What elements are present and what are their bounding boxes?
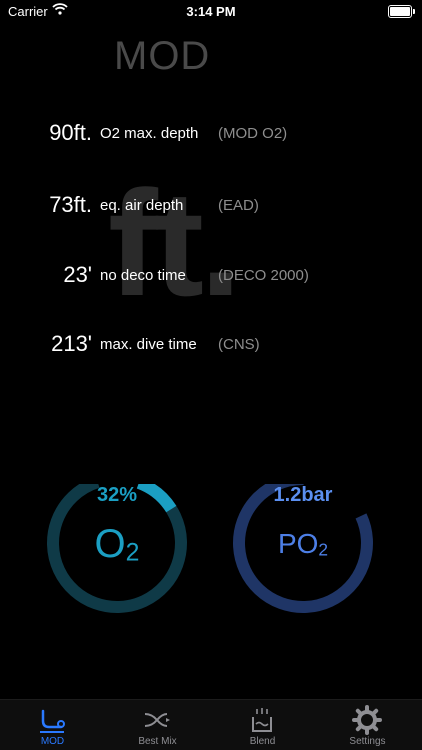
blend-icon [252, 708, 272, 732]
mix-icon [144, 713, 170, 727]
tab-settings-label: Settings [349, 736, 386, 747]
metric-row-cns: 213' max. dive time (CNS) [0, 331, 422, 365]
metric-abbr: (DECO 2000) [218, 267, 309, 284]
status-bar: Carrier 3:14 PM [0, 0, 422, 24]
tab-mod[interactable]: MOD [0, 700, 105, 750]
o2-gauge-label: O2 [42, 522, 192, 568]
tab-settings[interactable]: Settings [315, 700, 420, 750]
battery-icon [388, 5, 415, 18]
tab-mod-label: MOD [40, 736, 65, 747]
tab-best-mix-label: Best Mix [138, 736, 177, 747]
metric-row-ead: 73ft. eq. air depth (EAD) [0, 192, 422, 226]
o2-gauge[interactable]: 32% O2 [42, 484, 192, 634]
metric-value: 73ft. [49, 192, 92, 217]
metric-abbr: (MOD O2) [218, 125, 288, 142]
gear-icon [352, 705, 382, 735]
metric-row-mod: 90ft. O2 max. depth (MOD O2) [0, 120, 422, 154]
o2-gauge-value: 32% [96, 484, 138, 506]
o2-label-sub: 2 [125, 539, 140, 567]
metric-row-deco: 23' no deco time (DECO 2000) [0, 262, 422, 296]
metric-value: 213' [51, 331, 92, 356]
po2-label-main: PO [277, 528, 319, 559]
tab-blend[interactable]: Blend [210, 700, 315, 750]
metric-value: 23' [63, 262, 92, 287]
metric-label: no deco time [100, 267, 186, 284]
metric-abbr: (EAD) [218, 197, 259, 214]
po2-gauge-value: 1.2bar [273, 484, 333, 506]
diver-icon [40, 709, 65, 733]
o2-label-main: O [94, 522, 126, 566]
metric-abbr: (CNS) [218, 336, 260, 353]
metric-value: 90ft. [49, 120, 92, 145]
po2-label-sub: 2 [318, 539, 329, 560]
metric-label: max. dive time [100, 336, 197, 353]
page-title: MOD [114, 34, 211, 78]
po2-gauge[interactable]: 1.2bar PO2 [228, 484, 378, 634]
metric-label: O2 max. depth [100, 125, 199, 142]
tab-bar: MOD Best Mix Blend Settings [0, 699, 422, 750]
status-time: 3:14 PM [186, 4, 236, 19]
tab-best-mix[interactable]: Best Mix [105, 700, 210, 750]
metric-label: eq. air depth [100, 197, 184, 214]
po2-gauge-label: PO2 [228, 528, 378, 561]
tab-blend-label: Blend [249, 736, 276, 747]
